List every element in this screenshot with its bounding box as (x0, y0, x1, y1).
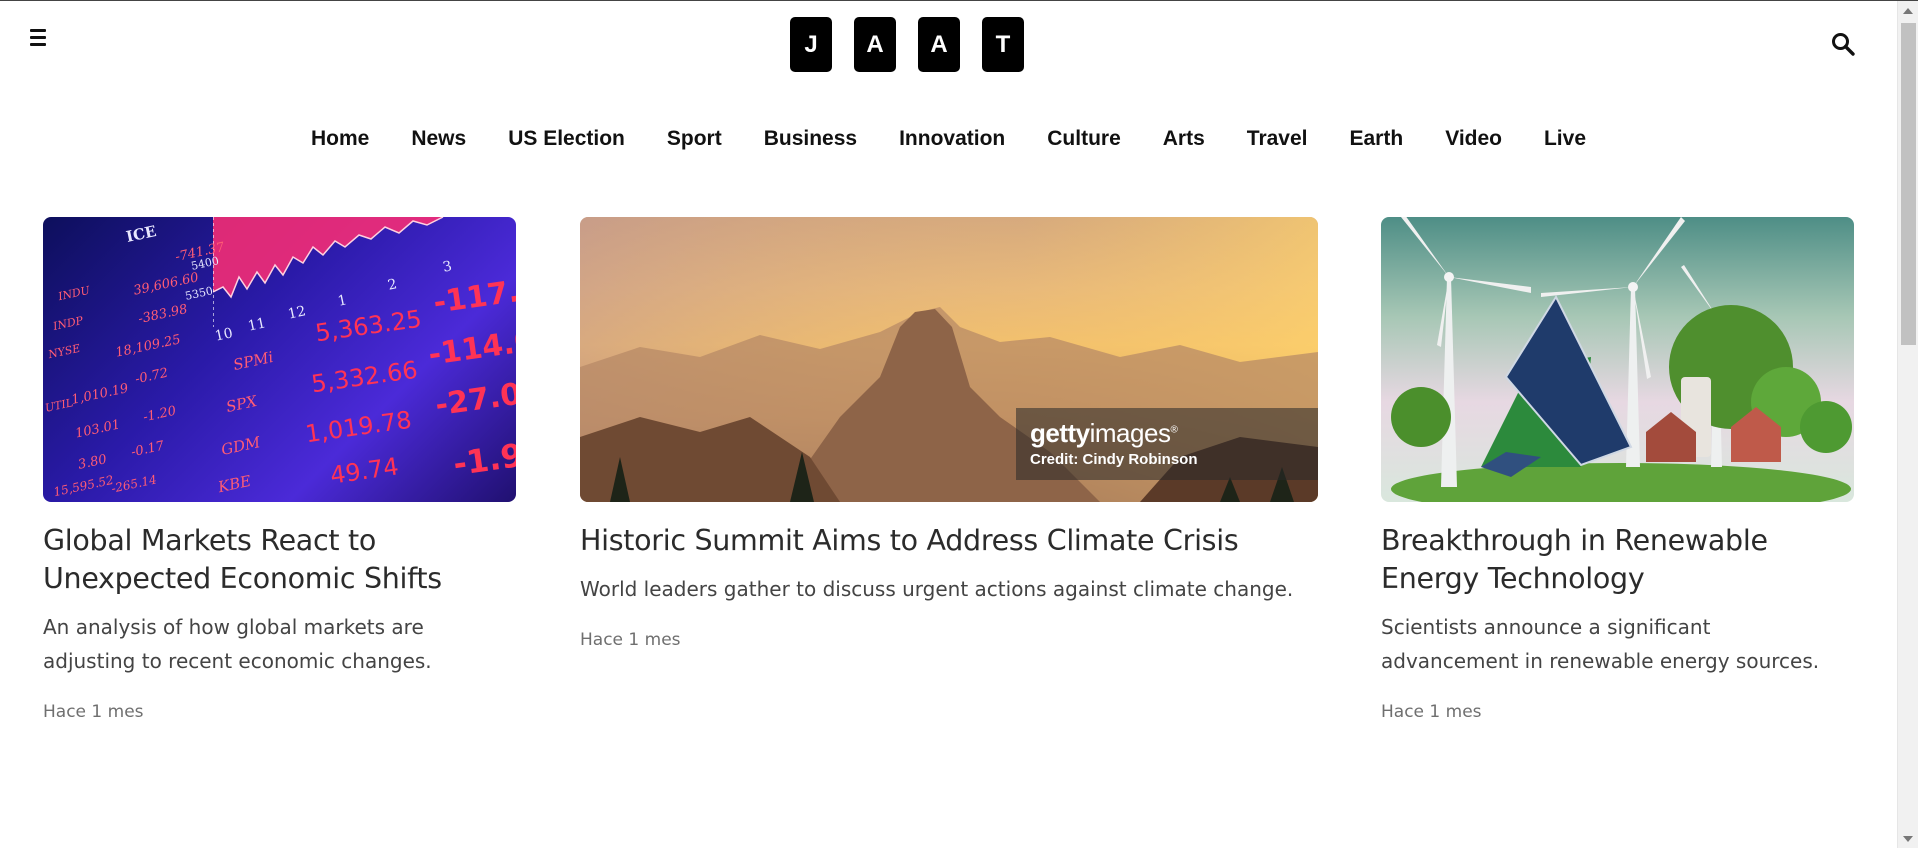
stock-value: -27.00 (433, 373, 516, 424)
scroll-down-arrow-icon[interactable] (1903, 836, 1913, 842)
article-timestamp: Hace 1 mes (580, 630, 681, 650)
article-image-renewable-energy[interactable] (1381, 217, 1854, 502)
nav-item-us-election[interactable]: US Election (487, 127, 646, 151)
corner-label: ICE (124, 222, 158, 246)
article-timestamp: Hace 1 mes (43, 702, 144, 722)
nav-item-innovation[interactable]: Innovation (878, 127, 1026, 151)
small-value: 15,595.52 (52, 472, 115, 500)
nav-item-live[interactable]: Live (1523, 127, 1607, 151)
stock-value: 5,332.66 (309, 355, 420, 399)
nav-item-earth[interactable]: Earth (1329, 127, 1425, 151)
nav-item-video[interactable]: Video (1424, 127, 1523, 151)
article-image-mountain[interactable]: gettyimages® Credit: Cindy Robinson (580, 217, 1318, 502)
nav-item-culture[interactable]: Culture (1026, 127, 1142, 151)
article-title[interactable]: Breakthrough in Renewable Energy Technol… (1381, 522, 1854, 598)
scrollbar-thumb[interactable] (1901, 23, 1916, 345)
site-logo[interactable]: J A A T (790, 17, 1024, 72)
exchange-label: UTIL (43, 396, 75, 415)
ticker-label: GDM (219, 433, 262, 459)
small-value: -383.98 (136, 301, 189, 328)
logo-letter: A (854, 17, 896, 72)
nav-item-home[interactable]: Home (290, 127, 390, 151)
small-value: 18,109.25 (114, 332, 183, 361)
photo-credit: Credit: Cindy Robinson (1030, 451, 1198, 468)
stock-value: -1.97 (450, 432, 516, 484)
vertical-scrollbar[interactable] (1897, 1, 1918, 848)
logo-letter: J (790, 17, 832, 72)
energy-illustration (1391, 217, 1852, 502)
small-value: 1,010.19 (70, 381, 130, 408)
exchange-label: INDP (51, 314, 85, 333)
getty-brand: gettyimages® (1030, 418, 1178, 448)
article-card[interactable]: -117.00 -114.02 -27.00 -1.97 5,363.25 5,… (43, 217, 516, 722)
logo-letter: T (982, 17, 1024, 72)
nav-item-arts[interactable]: Arts (1142, 127, 1226, 151)
small-value: 3.80 (76, 452, 109, 473)
exchange-label: NYSE (47, 341, 82, 362)
article-card[interactable]: Breakthrough in Renewable Energy Technol… (1381, 217, 1854, 722)
small-value: -0.17 (129, 438, 166, 461)
stock-value: 49.74 (328, 452, 401, 490)
chart-axis-label: 11 (246, 315, 268, 335)
small-value: -265.14 (110, 472, 158, 496)
image-credit-overlay: gettyimages® Credit: Cindy Robinson (1016, 408, 1318, 480)
article-description: An analysis of how global markets are ad… (43, 615, 432, 673)
small-value: -1.20 (141, 403, 178, 426)
nav-item-business[interactable]: Business (743, 127, 878, 151)
nav-item-sport[interactable]: Sport (646, 127, 743, 151)
small-value: 103.01 (73, 417, 122, 442)
ticker-label: KBE (216, 471, 253, 497)
main-nav: Home News US Election Sport Business Inn… (0, 127, 1897, 151)
nav-item-travel[interactable]: Travel (1226, 127, 1329, 151)
article-title[interactable]: Global Markets React to Unexpected Econo… (43, 522, 516, 598)
article-card[interactable]: gettyimages® Credit: Cindy Robinson Hist… (580, 217, 1318, 650)
search-icon[interactable] (1830, 31, 1856, 57)
exchange-label: INDU (56, 283, 92, 304)
article-description: Scientists announce a significant advanc… (1381, 615, 1820, 673)
ticker-label: SPX (224, 391, 259, 417)
small-value: -0.72 (133, 365, 170, 388)
scroll-up-arrow-icon[interactable] (1903, 8, 1913, 14)
article-image-stock-board[interactable]: -117.00 -114.02 -27.00 -1.97 5,363.25 5,… (43, 217, 516, 502)
article-description: World leaders gather to discuss urgent a… (580, 577, 1294, 601)
stock-value: 1,019.78 (303, 405, 414, 449)
chart-axis-label: 10 (213, 325, 235, 345)
stock-value: -114.02 (426, 320, 516, 373)
hamburger-menu-icon[interactable] (26, 25, 52, 51)
nav-item-news[interactable]: News (390, 127, 487, 151)
article-timestamp: Hace 1 mes (1381, 702, 1482, 722)
article-title[interactable]: Historic Summit Aims to Address Climate … (580, 522, 1318, 560)
page: J A A T Home News US Election Sport Busi… (0, 1, 1897, 848)
logo-letter: A (918, 17, 960, 72)
ticker-label: SPMi (231, 347, 275, 375)
